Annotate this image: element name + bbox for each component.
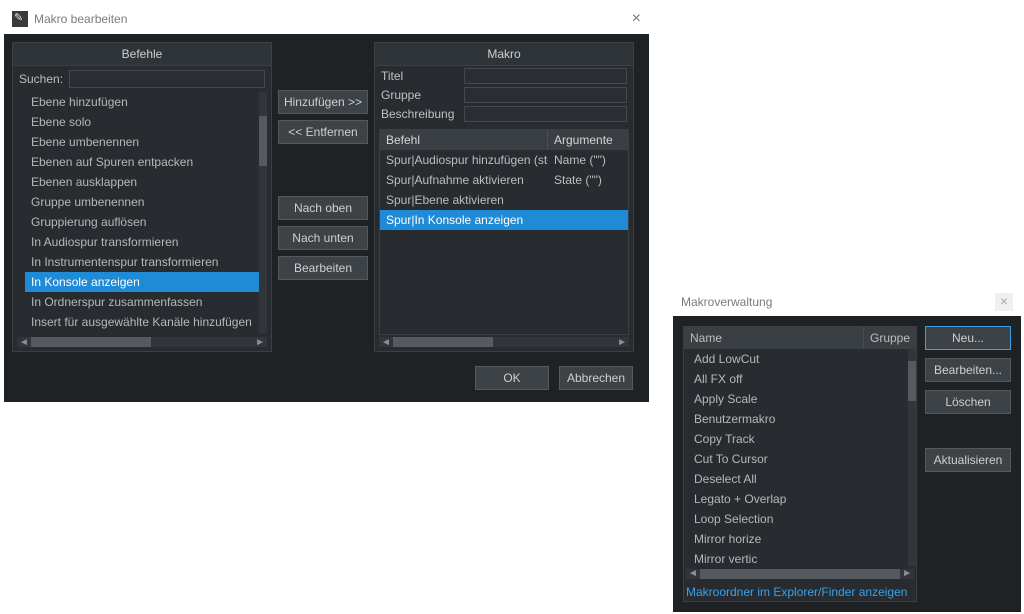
macro-title-input[interactable]: [464, 68, 627, 84]
close-icon[interactable]: ×: [632, 10, 641, 28]
move-up-button[interactable]: Nach oben: [278, 196, 368, 220]
close-icon[interactable]: ×: [995, 293, 1013, 311]
macro-list-hscrollbar[interactable]: [686, 569, 914, 579]
ok-button[interactable]: OK: [475, 366, 549, 390]
dialog1-title: Makro bearbeiten: [34, 12, 127, 26]
macro-steps-body[interactable]: Spur|Audiospur hinzufügen (stereo)Name (…: [380, 150, 628, 334]
command-item[interactable]: In Instrumentenspur transformieren: [25, 252, 267, 272]
edit-button[interactable]: Bearbeiten...: [925, 358, 1011, 382]
macro-action-buttons: Neu... Bearbeiten... Löschen Aktualisier…: [925, 326, 1011, 602]
search-input[interactable]: [69, 70, 265, 88]
macro-manager-dialog: Makroverwaltung × Name Gruppe Add LowCut…: [673, 288, 1021, 612]
delete-button[interactable]: Löschen: [925, 390, 1011, 414]
command-item[interactable]: Ebene solo: [25, 112, 267, 132]
macro-list-item[interactable]: Deselect All: [688, 469, 916, 489]
macro-step-command: Spur|Audiospur hinzufügen (stereo): [380, 150, 548, 170]
edit-button[interactable]: Bearbeiten: [278, 256, 368, 280]
cancel-button[interactable]: Abbrechen: [559, 366, 633, 390]
macro-list-item[interactable]: Cut To Cursor: [688, 449, 916, 469]
command-item[interactable]: Instrumenteneingang folgt Auswahl: [25, 332, 267, 333]
macro-list-item[interactable]: Add LowCut: [688, 349, 916, 369]
macro-step-argument: Name (""): [548, 150, 628, 170]
macro-list[interactable]: Add LowCutAll FX offApply ScaleBenutzerm…: [684, 349, 916, 567]
macro-list-item[interactable]: Mirror horize: [688, 529, 916, 549]
command-item[interactable]: Gruppe umbenennen: [25, 192, 267, 212]
macro-desc-input[interactable]: [464, 106, 627, 122]
dialog2-body: Name Gruppe Add LowCutAll FX offApply Sc…: [673, 316, 1021, 612]
macro-header: Makro: [375, 43, 633, 66]
macro-step-argument: [548, 210, 628, 230]
command-item[interactable]: In Audiospur transformieren: [25, 232, 267, 252]
macro-group-label: Gruppe: [381, 88, 458, 102]
command-item[interactable]: In Ordnerspur zusammenfassen: [25, 292, 267, 312]
macro-list-item[interactable]: Legato + Overlap: [688, 489, 916, 509]
macro-list-item[interactable]: Apply Scale: [688, 389, 916, 409]
dialog2-titlebar[interactable]: Makroverwaltung ×: [673, 288, 1021, 316]
macro-step-row[interactable]: Spur|Ebene aktivieren: [380, 190, 628, 210]
transfer-buttons: Hinzufügen >> << Entfernen Nach oben Nac…: [278, 42, 368, 356]
macro-step-command: Spur|In Konsole anzeigen: [380, 210, 548, 230]
command-item[interactable]: Ebenen ausklappen: [25, 172, 267, 192]
command-item[interactable]: Insert für ausgewählte Kanäle hinzufügen: [25, 312, 267, 332]
col-arguments[interactable]: Argumente: [548, 130, 628, 150]
command-item[interactable]: Ebene umbenennen: [25, 132, 267, 152]
macro-hscrollbar[interactable]: [379, 337, 629, 347]
commands-panel: Befehle Suchen: Ebene hinzufügenEbene so…: [12, 42, 272, 352]
macro-steps-table: Befehl Argumente Spur|Audiospur hinzufüg…: [379, 129, 629, 335]
macro-list-item[interactable]: All FX off: [688, 369, 916, 389]
macro-list-panel: Name Gruppe Add LowCutAll FX offApply Sc…: [683, 326, 917, 602]
macro-step-row[interactable]: Spur|Aufnahme aktivierenState (""): [380, 170, 628, 190]
search-label: Suchen:: [19, 72, 63, 86]
remove-button[interactable]: << Entfernen: [278, 120, 368, 144]
macro-desc-label: Beschreibung: [381, 107, 458, 121]
new-button[interactable]: Neu...: [925, 326, 1011, 350]
add-button[interactable]: Hinzufügen >>: [278, 90, 368, 114]
dialog1-titlebar[interactable]: Makro bearbeiten ×: [4, 4, 649, 34]
macro-title-label: Titel: [381, 69, 458, 83]
dialog1-footer: OK Abbrechen: [12, 356, 641, 394]
macro-group-input[interactable]: [464, 87, 627, 103]
edit-macro-dialog: Makro bearbeiten × Befehle Suchen: Ebene…: [4, 4, 649, 402]
open-folder-link[interactable]: Makroordner im Explorer/Finder anzeigen: [684, 579, 916, 601]
macro-step-row[interactable]: Spur|In Konsole anzeigen: [380, 210, 628, 230]
refresh-button[interactable]: Aktualisieren: [925, 448, 1011, 472]
col-group[interactable]: Gruppe: [864, 327, 916, 349]
commands-header: Befehle: [13, 43, 271, 66]
macro-step-command: Spur|Aufnahme aktivieren: [380, 170, 548, 190]
macro-list-item[interactable]: Copy Track: [688, 429, 916, 449]
commands-list[interactable]: Ebene hinzufügenEbene soloEbene umbenenn…: [25, 92, 267, 333]
command-item[interactable]: Gruppierung auflösen: [25, 212, 267, 232]
macro-step-argument: State (""): [548, 170, 628, 190]
macro-step-command: Spur|Ebene aktivieren: [380, 190, 548, 210]
dialog2-title: Makroverwaltung: [681, 295, 772, 309]
command-item[interactable]: Ebenen auf Spuren entpacken: [25, 152, 267, 172]
dialog1-body: Befehle Suchen: Ebene hinzufügenEbene so…: [4, 34, 649, 402]
commands-vscrollbar[interactable]: [259, 92, 267, 333]
col-name[interactable]: Name: [684, 327, 864, 349]
command-item[interactable]: In Konsole anzeigen: [25, 272, 267, 292]
macro-step-row[interactable]: Spur|Audiospur hinzufügen (stereo)Name (…: [380, 150, 628, 170]
commands-hscrollbar[interactable]: [17, 337, 267, 347]
macro-panel: Makro Titel Gruppe Beschreibung: [374, 42, 634, 352]
macro-step-argument: [548, 190, 628, 210]
col-command[interactable]: Befehl: [380, 130, 548, 150]
move-down-button[interactable]: Nach unten: [278, 226, 368, 250]
macro-list-item[interactable]: Mirror vertic: [688, 549, 916, 567]
app-icon: [12, 11, 28, 27]
command-item[interactable]: Ebene hinzufügen: [25, 92, 267, 112]
macro-list-vscrollbar[interactable]: [908, 349, 916, 567]
macro-list-item[interactable]: Loop Selection: [688, 509, 916, 529]
macro-list-item[interactable]: Benutzermakro: [688, 409, 916, 429]
